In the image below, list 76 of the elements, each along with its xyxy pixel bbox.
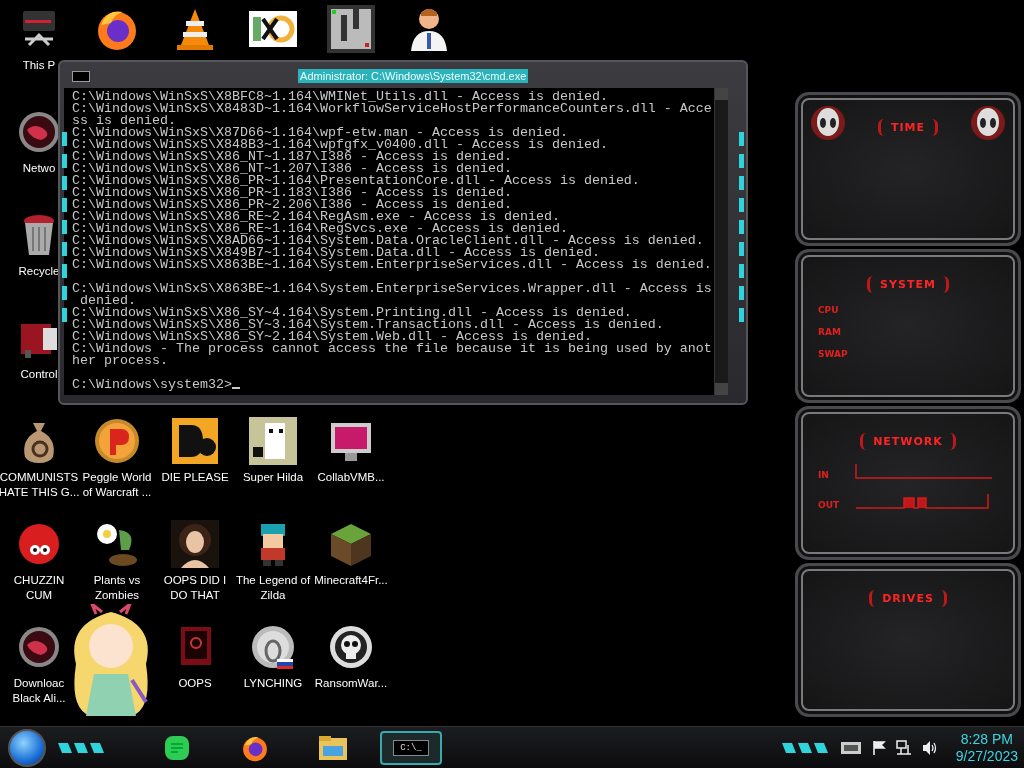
- console-line: C:\Windows\WinSxS\X86_RE~1.164\RegSvcs.exe - Access is denied.: [72, 223, 568, 235]
- icon-label[interactable]: Minecraft4Fr...: [314, 573, 388, 588]
- console-line: C:\Windows\WinSxS\X8483D~1.164\WorkflowServiceHostPerformanceCounters.dll - Acce: [72, 103, 713, 115]
- text-cursor: [231, 387, 240, 389]
- console-line: denied.: [80, 295, 136, 307]
- console-line: C:\Windows\WinSxS\X86_RE~2.164\RegAsm.exe - Access is denied.: [72, 211, 560, 223]
- speaker-icon[interactable]: [921, 739, 938, 756]
- icon-label[interactable]: Plants vs Zombies: [93, 573, 141, 603]
- skull-icon: [327, 623, 375, 671]
- icon-label[interactable]: Peggle World of Warcraft ...: [82, 470, 152, 500]
- console-line: C:\Windows\WinSxS\X86_PR~1.183\I386 - Access is denied.: [72, 187, 513, 199]
- flag-icon[interactable]: [871, 739, 886, 756]
- gadget-label: RAM: [818, 327, 842, 337]
- gadget-label: OUT: [818, 500, 841, 510]
- console-line: C:\Windows\WinSxS\X86_PR~2.206\I386 - Access is denied.: [72, 199, 512, 211]
- gadget-title: SYSTEM: [867, 276, 949, 293]
- icon-label[interactable]: RansomWar...: [314, 676, 388, 691]
- console-line: C:\Windows\WinSxS\X86_NT~1.207\I386 - Access is denied.: [72, 163, 512, 175]
- icon-label[interactable]: OOPS: [178, 676, 212, 691]
- console-line: C:\Windows\WinSxS\X86_SY~2.164\System.Web.dll - Access is denied.: [72, 331, 592, 343]
- clock-time[interactable]: 8:28 PM: [960, 730, 1013, 748]
- console-line: C:\Windows\WinSxS\X863BE~1.164\System.EnterpriseServices.dll - Access is denied.: [72, 259, 713, 271]
- console-line: C:\Windows\WinSxS\X87D66~1.164\wpf-etw.man - Access is denied.: [72, 127, 568, 139]
- icon-label[interactable]: Netwo: [22, 161, 56, 176]
- icon-label[interactable]: The Legend of Zilda: [235, 573, 311, 603]
- scrollbar[interactable]: [714, 88, 728, 395]
- console-line: her process.: [72, 355, 169, 367]
- portrait-icon: [171, 520, 219, 568]
- console-icon: [72, 70, 91, 82]
- rope-loop-icon: [249, 623, 297, 671]
- console-line: C:\Windows\WinSxS\X8BFC8~1.164\WMINet_Utils.dll - Access is denied.: [72, 91, 608, 103]
- game-logo-icon: [171, 417, 219, 465]
- console-line: C:\Windows\WinSxS\X86_SY~3.164\System.Transactions.dll - Access is denied.: [72, 319, 665, 331]
- chevron-decoration: [56, 740, 106, 755]
- gadget-title: NETWORK: [860, 433, 956, 450]
- gadget-label: SWAP: [818, 349, 846, 359]
- taskbar-button[interactable]: C:\_: [380, 730, 442, 765]
- alien-head-icon: [970, 105, 1006, 141]
- icon-label[interactable]: This P: [22, 58, 56, 73]
- console-line: C:\Windows\WinSxS\X848B3~1.164\wpfgfx_v0400.dll - Access is denied.: [72, 139, 609, 151]
- icon-label[interactable]: Downloac Black Ali...: [12, 676, 66, 706]
- console-line: C:\Windows\WinSxS\X86_NT~1.187\I386 - Access is denied.: [72, 151, 513, 163]
- console-line: C:\Windows\WinSxS\X8AD66~1.164\System.Data.OracleClient.dll - Access is denied.: [72, 235, 705, 247]
- start-button[interactable]: [8, 728, 46, 767]
- icon-label[interactable]: OOPS DID I DO THAT: [163, 573, 227, 603]
- console-line: C:\Windows - The process cannot access the file because it is being used by anot: [72, 343, 713, 355]
- icon-label[interactable]: CHUZZIN CUM: [13, 573, 65, 603]
- gadget-label: CPU: [818, 305, 840, 315]
- icon-label[interactable]: Control: [20, 367, 58, 382]
- icon-label[interactable]: CollabVMB...: [317, 470, 385, 485]
- gadget-title: DRIVES: [869, 590, 947, 607]
- chat-icon: [163, 733, 191, 762]
- command-prompt[interactable]: C:\Windows\system32>: [72, 377, 232, 392]
- window-title: Administrator: C:\Windows\System32\cmd.exe: [298, 69, 529, 83]
- console-line: ss is denied.: [72, 115, 176, 127]
- clock-date[interactable]: 9/27/2023: [955, 747, 1018, 765]
- graphics-card-icon[interactable]: [839, 740, 862, 755]
- icon-label[interactable]: DIE PLEASE: [161, 470, 229, 485]
- console-line: C:\Windows\WinSxS\X86_PR~1.164\PresentationCore.dll - Access is denied.: [72, 175, 641, 187]
- peggle-icon: [93, 417, 141, 465]
- chevron-decoration: [779, 740, 830, 755]
- gadget-label: IN: [818, 470, 830, 480]
- alien-head-icon: [810, 105, 846, 141]
- icon-label[interactable]: COMMUNISTS HATE THIS G...: [0, 470, 80, 500]
- console-line: C:\Windows\WinSxS\X863BE~1.164\System.EnterpriseServices.Wrapper.dll - Access is: [72, 283, 713, 295]
- console-icon: C:\_: [393, 739, 429, 756]
- icon-label[interactable]: Super Hilda: [242, 470, 304, 485]
- pixel-art-icon: [249, 417, 297, 465]
- folder-icon: [317, 733, 349, 762]
- console-line: C:\Windows\WinSxS\X849B7~1.164\System.Data.dll - Access is denied.: [72, 247, 600, 259]
- icon-label[interactable]: LYNCHING: [243, 676, 303, 691]
- console-line: C:\Windows\WinSxS\X86_SY~4.164\System.Printing.dll - Access is denied.: [72, 307, 632, 319]
- icon-label[interactable]: Recycle: [18, 264, 60, 279]
- maze-icon: [327, 5, 375, 53]
- network-icon[interactable]: [895, 739, 912, 756]
- gadget-title: TIME: [877, 119, 939, 136]
